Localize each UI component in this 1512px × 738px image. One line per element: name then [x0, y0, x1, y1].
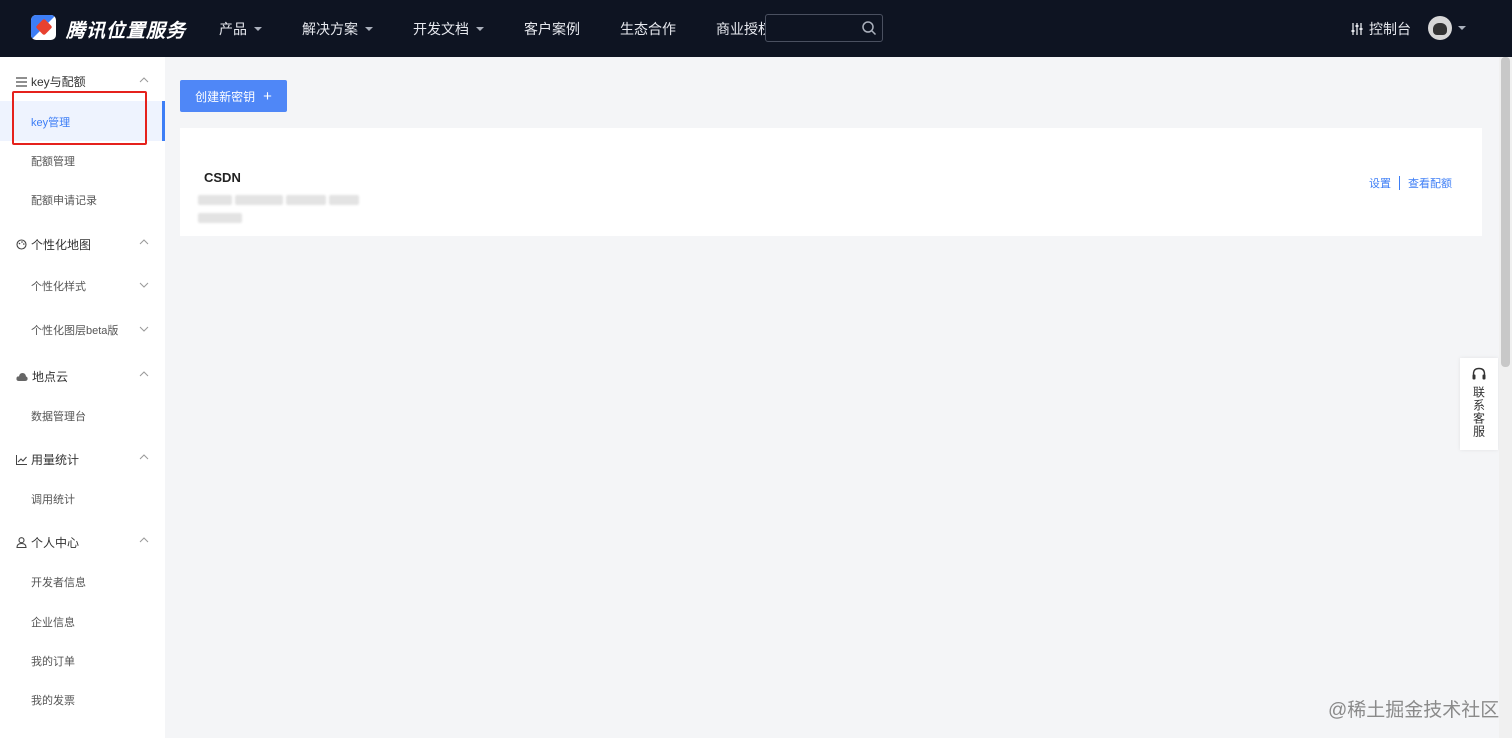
brand-name[interactable]: 腾讯位置服务	[66, 16, 186, 43]
sidebar-item-my-invoices[interactable]: 我的发票	[31, 692, 75, 708]
main-nav: 产品 解决方案 开发文档 客户案例 生态合作 商业授权	[219, 0, 812, 57]
sliders-icon	[1351, 23, 1363, 35]
nav-item-products[interactable]: 产品	[219, 19, 262, 39]
sidebar-item-my-orders[interactable]: 我的订单	[31, 653, 75, 669]
group-label: 个性化地图	[31, 238, 92, 252]
caret-down-icon	[254, 26, 262, 31]
nav-label: 开发文档	[413, 20, 469, 37]
search-icon[interactable]	[861, 20, 877, 36]
sidebar-group-personal-center[interactable]: 个人中心	[16, 534, 79, 551]
logo-icon[interactable]	[31, 15, 56, 40]
nav-item-license[interactable]: 商业授权	[716, 19, 772, 39]
contact-service-label: 联系客服	[1471, 386, 1486, 438]
create-key-button[interactable]: 创建新密钥 +	[180, 80, 287, 112]
cloud-icon	[16, 372, 28, 381]
plus-icon: +	[263, 87, 272, 105]
sidebar-item-custom-layer[interactable]: 个性化图层beta版	[31, 322, 118, 338]
nav-label: 解决方案	[302, 20, 358, 37]
card-actions: 设置 查看配额	[1369, 175, 1452, 191]
sidebar-group-usage[interactable]: 用量统计	[16, 451, 79, 468]
active-indicator	[162, 101, 165, 141]
group-label: 个人中心	[31, 536, 80, 550]
console-label: 控制台	[1369, 21, 1411, 37]
sidebar-item-call-stats[interactable]: 调用统计	[31, 491, 75, 507]
sidebar-group-place-cloud[interactable]: 地点云	[16, 368, 68, 385]
nav-label: 产品	[219, 20, 247, 37]
sidebar-group-custom-map[interactable]: 个性化地图	[16, 236, 91, 253]
nav-item-ecosystem[interactable]: 生态合作	[620, 19, 676, 39]
divider	[1399, 176, 1400, 190]
watermark: @稀土掘金技术社区	[1328, 700, 1500, 721]
view-quota-link[interactable]: 查看配额	[1408, 175, 1452, 191]
sidebar-item-quota-records[interactable]: 配额申请记录	[31, 192, 97, 208]
caret-down-icon	[476, 26, 484, 31]
nav-label: 客户案例	[524, 20, 580, 37]
create-key-label: 创建新密钥	[195, 89, 256, 104]
nav-item-cases[interactable]: 客户案例	[524, 19, 580, 39]
headset-icon	[1472, 367, 1486, 380]
settings-link[interactable]: 设置	[1369, 175, 1391, 191]
nav-label: 商业授权	[716, 20, 772, 37]
scrollbar-thumb[interactable]	[1501, 57, 1510, 367]
nav-item-docs[interactable]: 开发文档	[413, 19, 484, 39]
nav-label: 生态合作	[620, 20, 676, 37]
chevron-up-icon[interactable]	[139, 454, 149, 460]
chevron-up-icon[interactable]	[139, 371, 149, 377]
palette-icon	[16, 239, 27, 250]
contact-service-button[interactable]: 联系客服	[1460, 358, 1498, 450]
chevron-down-icon[interactable]	[139, 282, 149, 288]
top-navbar: 腾讯位置服务 产品 解决方案 开发文档 客户案例 生态合作 商业授权 控制台	[0, 0, 1512, 57]
sidebar-item-data-console[interactable]: 数据管理台	[31, 408, 86, 424]
search-input[interactable]	[765, 14, 883, 42]
caret-down-icon	[365, 26, 373, 31]
chevron-up-icon[interactable]	[139, 537, 149, 543]
sidebar-item-developer-info[interactable]: 开发者信息	[31, 574, 86, 590]
user-icon	[16, 537, 27, 548]
nav-item-solutions[interactable]: 解决方案	[302, 19, 373, 39]
key-value-blurred	[198, 192, 406, 223]
highlight-box	[12, 91, 147, 145]
chevron-up-icon[interactable]	[139, 77, 149, 83]
scrollbar[interactable]	[1499, 57, 1512, 738]
group-label: 地点云	[32, 370, 69, 384]
sidebar-item-company-info[interactable]: 企业信息	[31, 614, 75, 630]
group-label: key与配额	[31, 75, 86, 89]
chevron-down-icon[interactable]	[139, 326, 149, 332]
key-name: CSDN	[204, 170, 241, 185]
sidebar-group-key-quota[interactable]: key与配额	[16, 73, 86, 90]
sidebar: key与配额 key管理 配额管理 配额申请记录 个性化地图 个性化样式 个性化…	[0, 57, 165, 738]
chart-icon	[16, 454, 27, 465]
chevron-up-icon[interactable]	[139, 239, 149, 245]
key-card: CSDN 设置 查看配额	[180, 128, 1482, 236]
sidebar-item-quota-management[interactable]: 配额管理	[31, 153, 75, 169]
group-label: 用量统计	[31, 453, 80, 467]
avatar[interactable]	[1428, 16, 1452, 40]
console-link[interactable]: 控制台	[1350, 19, 1411, 39]
sidebar-item-custom-style[interactable]: 个性化样式	[31, 278, 86, 294]
list-icon	[16, 76, 27, 87]
caret-down-icon[interactable]	[1458, 26, 1466, 30]
